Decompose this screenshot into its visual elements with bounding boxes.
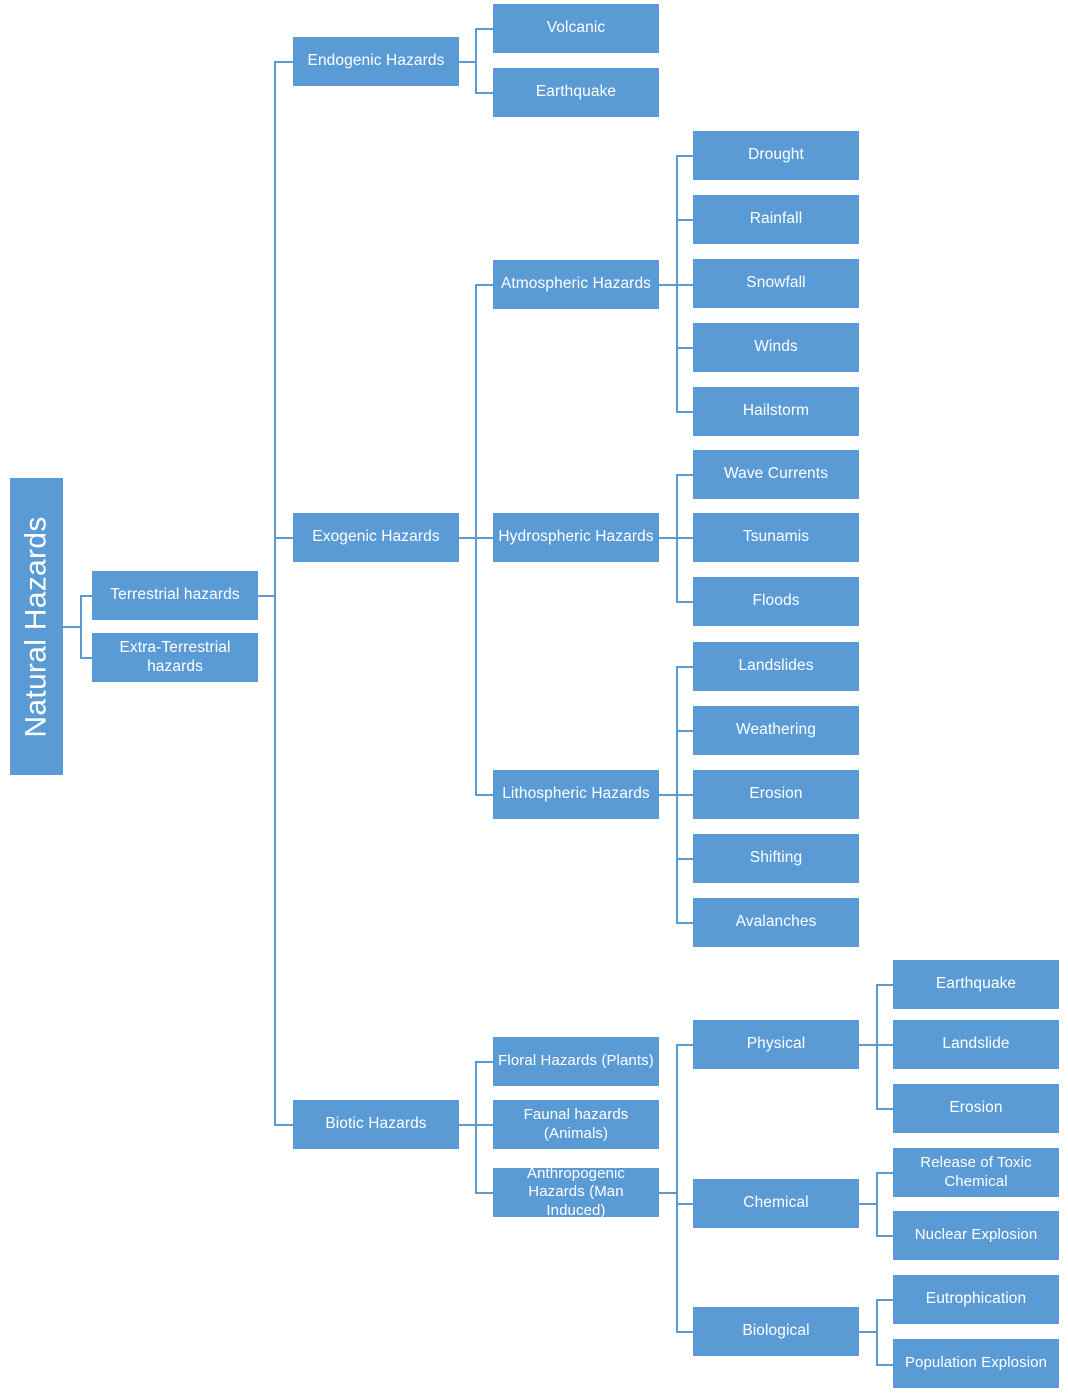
- connector-biological-to-eutrophication: [876, 1299, 894, 1301]
- connector-root-to-bracket: [63, 626, 81, 628]
- connector-lithospheric-to-shifting: [676, 858, 694, 860]
- node-lithospheric-hazards[interactable]: Lithospheric Hazards: [493, 770, 659, 819]
- connector-lithospheric-to-erosion: [676, 794, 694, 796]
- node-biological[interactable]: Biological: [693, 1307, 859, 1356]
- connector-endogenic-vertical: [475, 28, 477, 93]
- connector-chemical-vertical: [876, 1172, 878, 1235]
- node-floods[interactable]: Floods: [693, 577, 859, 626]
- node-hydrospheric-hazards[interactable]: Hydrospheric Hazards: [493, 513, 659, 562]
- node-population-explosion[interactable]: Population Explosion: [893, 1339, 1059, 1388]
- node-shifting[interactable]: Shifting: [693, 834, 859, 883]
- node-erosion-physical[interactable]: Erosion: [893, 1084, 1059, 1133]
- connector-exogenic-to-hydrospheric: [475, 537, 493, 539]
- connector-endogenic-to-volcanic: [475, 28, 493, 30]
- node-weathering[interactable]: Weathering: [693, 706, 859, 755]
- node-earthquake-endogenic[interactable]: Earthquake: [493, 68, 659, 117]
- connector-biological-out: [859, 1331, 877, 1333]
- connector-lithospheric-out: [659, 794, 677, 796]
- connector-physical-vertical: [876, 984, 878, 1108]
- node-eutrophication[interactable]: Eutrophication: [893, 1275, 1059, 1324]
- connector-trunk-to-exogenic: [274, 537, 293, 539]
- connector-physical-out: [859, 1044, 877, 1046]
- connector-biotic-vertical: [475, 1061, 477, 1192]
- connector-hydrospheric-to-wave-currents: [676, 474, 694, 476]
- connector-anthropogenic-to-physical: [676, 1044, 694, 1046]
- connector-atmospheric-to-drought: [676, 155, 694, 157]
- connector-endogenic-out: [458, 61, 476, 63]
- connector-chemical-out: [859, 1203, 877, 1205]
- node-physical[interactable]: Physical: [693, 1020, 859, 1069]
- node-terrestrial-hazards[interactable]: Terrestrial hazards: [92, 571, 258, 620]
- connector-main-trunk: [274, 61, 276, 1124]
- connector-endogenic-to-earthquake: [475, 92, 493, 94]
- connector-physical-to-erosion: [876, 1108, 894, 1110]
- node-natural-hazards-label: Natural Hazards: [19, 515, 53, 738]
- connector-bracket-vertical-terrestrial: [80, 595, 82, 657]
- node-exogenic-hazards[interactable]: Exogenic Hazards: [293, 513, 459, 562]
- connector-physical-to-earthquake: [876, 984, 894, 986]
- node-wave-currents[interactable]: Wave Currents: [693, 450, 859, 499]
- node-rainfall[interactable]: Rainfall: [693, 195, 859, 244]
- connector-biotic-to-faunal: [475, 1124, 493, 1126]
- node-natural-hazards[interactable]: Natural Hazards: [10, 478, 63, 775]
- connector-anthropogenic-to-biological: [676, 1331, 694, 1333]
- connector-anthropogenic-vertical: [676, 1044, 678, 1332]
- connector-physical-to-landslide: [876, 1044, 894, 1046]
- node-winds[interactable]: Winds: [693, 323, 859, 372]
- connector-biotic-to-anthropogenic: [475, 1192, 493, 1194]
- connector-lithospheric-to-landslides: [676, 666, 694, 668]
- node-landslides[interactable]: Landslides: [693, 642, 859, 691]
- connector-exogenic-to-atmospheric: [475, 284, 493, 286]
- connector-exogenic-to-lithospheric: [475, 794, 493, 796]
- connector-hydrospheric-out: [659, 537, 677, 539]
- connector-lithospheric-to-weathering: [676, 730, 694, 732]
- node-chemical[interactable]: Chemical: [693, 1179, 859, 1228]
- node-volcanic[interactable]: Volcanic: [493, 4, 659, 53]
- connector-anthropogenic-to-chemical: [676, 1203, 694, 1205]
- node-endogenic-hazards[interactable]: Endogenic Hazards: [293, 37, 459, 86]
- connector-atmospheric-to-snowfall: [676, 284, 694, 286]
- connector-atmospheric-out: [659, 284, 677, 286]
- node-hailstorm[interactable]: Hailstorm: [693, 387, 859, 436]
- hazard-hierarchy-diagram: Natural Hazards Terrestrial hazards Extr…: [0, 0, 1068, 1394]
- connector-biotic-to-floral: [475, 1061, 493, 1063]
- connector-anthropogenic-out: [659, 1192, 677, 1194]
- node-release-of-toxic-chemical[interactable]: Release of Toxic Chemical: [893, 1148, 1059, 1197]
- connector-biological-to-population: [876, 1364, 894, 1366]
- node-faunal-hazards[interactable]: Faunal hazards (Animals): [493, 1100, 659, 1149]
- node-floral-hazards[interactable]: Floral Hazards (Plants): [493, 1037, 659, 1086]
- node-drought[interactable]: Drought: [693, 131, 859, 180]
- node-snowfall[interactable]: Snowfall: [693, 259, 859, 308]
- connector-exogenic-out: [458, 537, 476, 539]
- connector-atmospheric-to-winds: [676, 347, 694, 349]
- node-tsunamis[interactable]: Tsunamis: [693, 513, 859, 562]
- node-landslide-physical[interactable]: Landslide: [893, 1020, 1059, 1069]
- connector-chemical-to-nuclear: [876, 1235, 894, 1237]
- connector-chemical-to-toxic: [876, 1172, 894, 1174]
- connector-trunk-to-biotic: [274, 1124, 293, 1126]
- connector-atmospheric-to-hailstorm: [676, 411, 694, 413]
- connector-trunk-to-endogenic: [274, 61, 293, 63]
- connector-biological-vertical: [876, 1299, 878, 1364]
- node-biotic-hazards[interactable]: Biotic Hazards: [293, 1100, 459, 1149]
- node-earthquake-physical[interactable]: Earthquake: [893, 960, 1059, 1009]
- node-erosion-lithospheric[interactable]: Erosion: [693, 770, 859, 819]
- connector-hydrospheric-to-tsunamis: [676, 537, 694, 539]
- node-anthropogenic-hazards[interactable]: Anthropogenic Hazards (Man Induced): [493, 1165, 659, 1219]
- node-extra-terrestrial-hazards[interactable]: Extra-Terrestrial hazards: [92, 633, 258, 682]
- connector-atmospheric-to-rainfall: [676, 219, 694, 221]
- connector-hydrospheric-to-floods: [676, 601, 694, 603]
- connector-biotic-out: [458, 1124, 476, 1126]
- node-avalanches[interactable]: Avalanches: [693, 898, 859, 947]
- connector-lithospheric-to-avalanches: [676, 922, 694, 924]
- connector-exogenic-vertical: [475, 284, 477, 795]
- node-nuclear-explosion[interactable]: Nuclear Explosion: [893, 1211, 1059, 1260]
- node-atmospheric-hazards[interactable]: Atmospheric Hazards: [493, 260, 659, 309]
